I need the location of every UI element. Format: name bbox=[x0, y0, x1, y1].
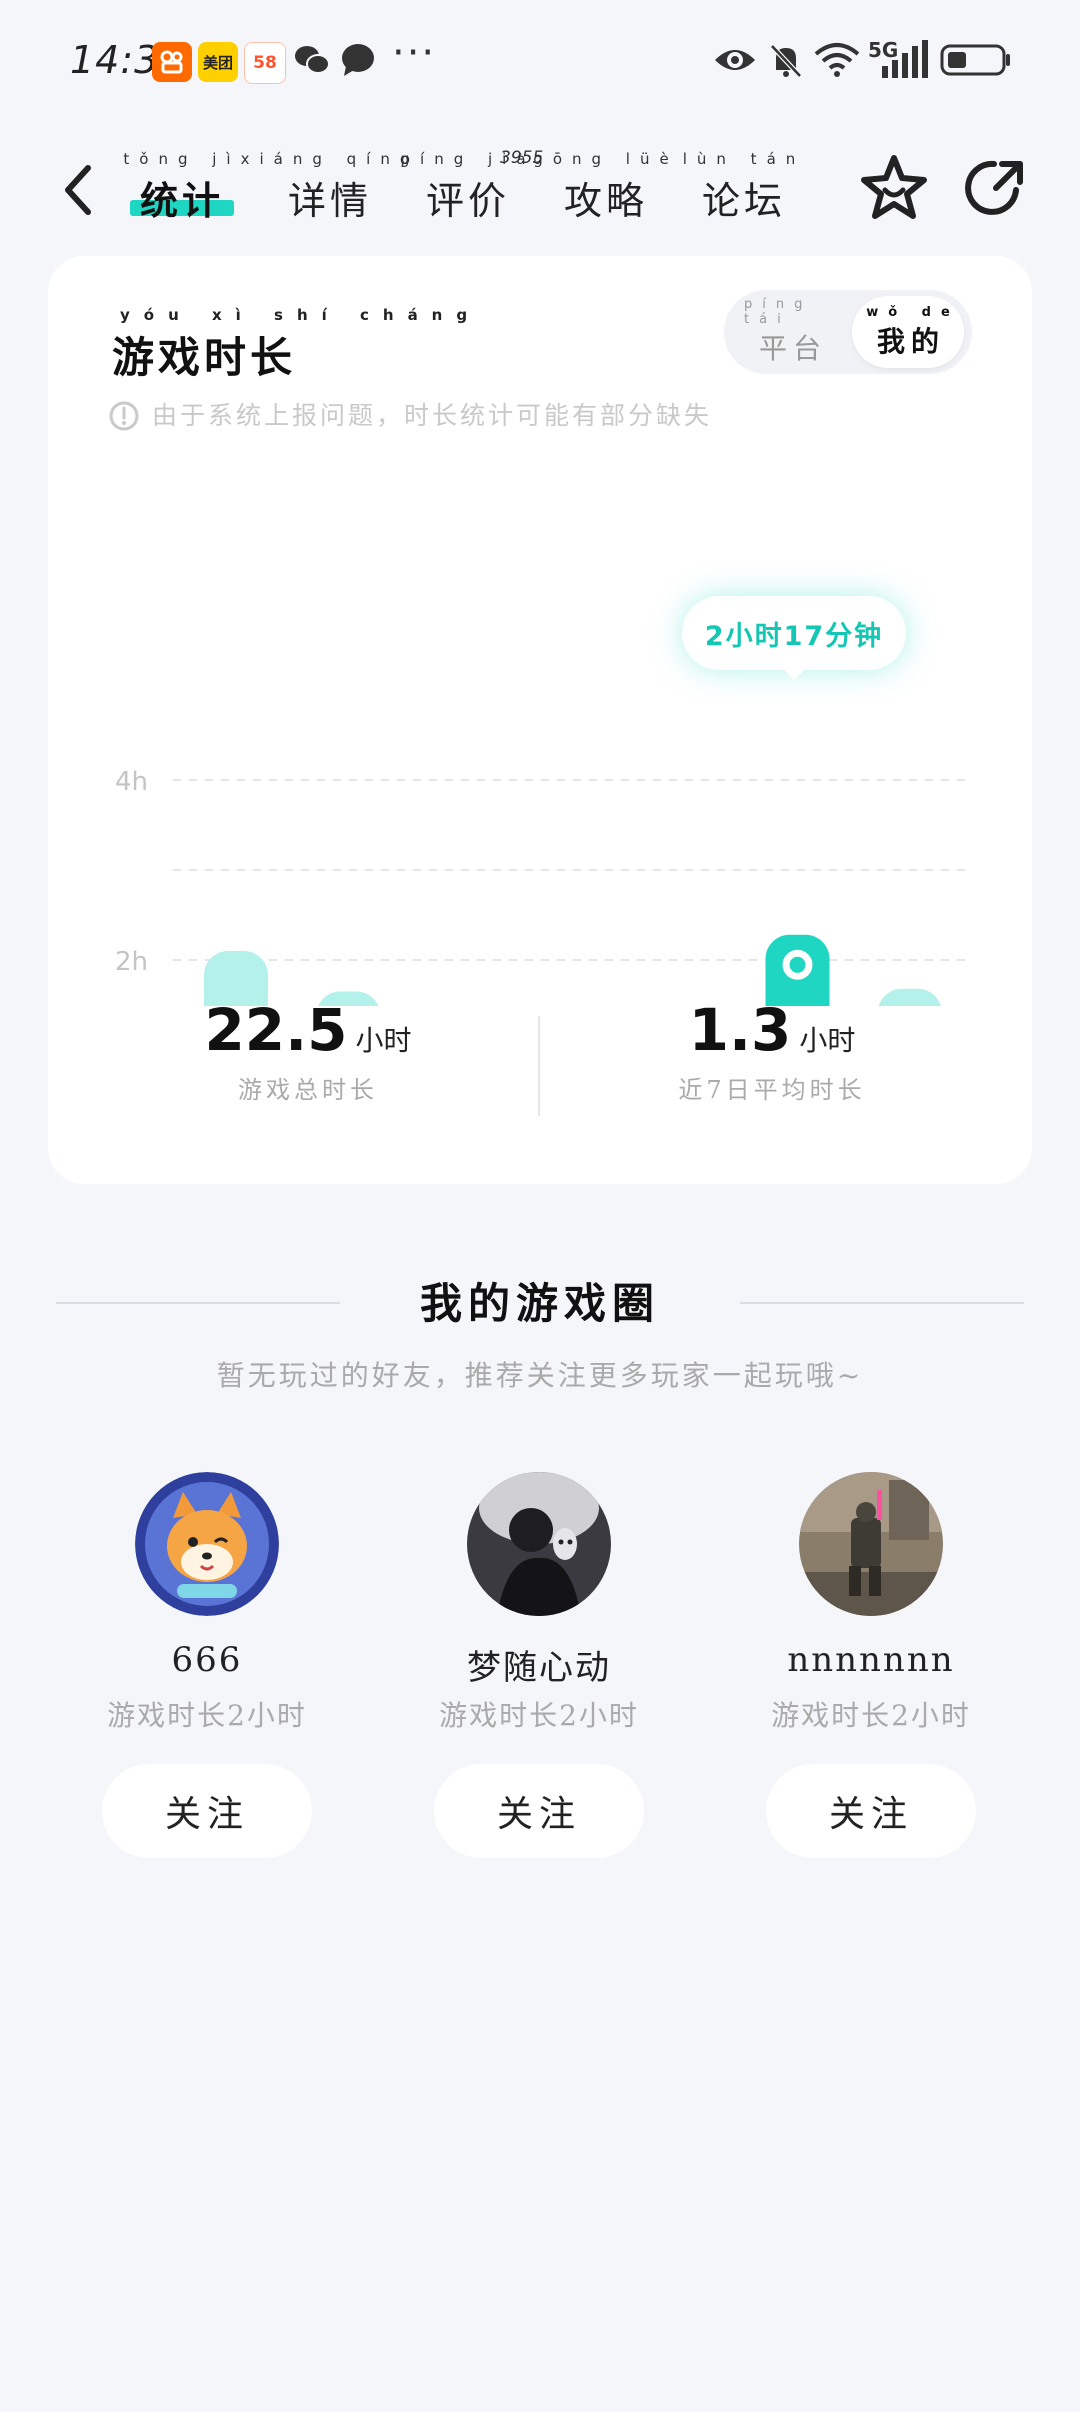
bar-chart: 0h2h4h7.37.47.57.67.77.87.9 bbox=[115, 767, 972, 1006]
friend-name: nnnnnnn bbox=[787, 1640, 955, 1680]
friend-name: 梦随心动 bbox=[467, 1648, 611, 1688]
friend-card: 梦随心动 游戏时长2小时 关注 bbox=[394, 1472, 684, 1858]
seg-platform[interactable]: píng tái 平台 bbox=[734, 296, 846, 368]
tab-guides[interactable]: gōng lüè 攻略 bbox=[533, 150, 668, 225]
top-nav: tǒng jì 统计 xiáng qíng 详情 píng jià 评价 395… bbox=[0, 140, 1080, 240]
play-time-card: yóu xì shí cháng 游戏时长 píng tái 平台 wǒ de … bbox=[48, 256, 1032, 1184]
total-time: 22.5 小时 游戏总时长 bbox=[204, 996, 412, 1104]
game-circle-subtitle: 暂无玩过的好友，推荐关注更多玩家一起玩哦~ bbox=[216, 1359, 864, 1392]
bar-marker-dot bbox=[789, 956, 806, 973]
status-bar: 14:33 美团 58 ··· 5G bbox=[0, 0, 1080, 128]
follow-button[interactable]: 关注 bbox=[102, 1764, 312, 1858]
58-icon: 58 bbox=[244, 42, 286, 84]
meituan-icon: 美团 bbox=[198, 42, 238, 82]
chat-bubble-icon bbox=[342, 44, 374, 76]
tab-details[interactable]: xiáng qíng 详情 bbox=[241, 150, 410, 225]
y-tick-label: 4h bbox=[115, 767, 148, 797]
wifi-icon bbox=[814, 43, 860, 77]
tab-forum[interactable]: lùn tán 论坛 bbox=[683, 150, 796, 225]
signal-icon bbox=[882, 40, 928, 78]
bar-tooltip: 2小时17分钟 bbox=[682, 596, 906, 680]
play-time-chart: 0h2h4h7.37.47.57.67.77.87.9 bbox=[48, 466, 1032, 1006]
kuaishou-icon bbox=[152, 42, 192, 82]
game-circle-header: 我的游戏圈 bbox=[0, 1270, 1080, 1340]
share-icon[interactable] bbox=[958, 152, 1030, 224]
back-arrow-icon[interactable] bbox=[58, 160, 98, 220]
data-notice: 由于系统上报问题，时长统计可能有部分缺失 bbox=[108, 396, 712, 432]
avatar[interactable] bbox=[799, 1472, 943, 1616]
friend-play-time: 游戏时长2小时 bbox=[439, 1699, 639, 1732]
summary-row: 22.5 小时 游戏总时长 1.3 小时 近7日平均时长 bbox=[48, 996, 1032, 1156]
friend-card: nnnnnnn 游戏时长2小时 关注 bbox=[726, 1472, 1016, 1858]
friend-play-time: 游戏时长2小时 bbox=[107, 1699, 307, 1732]
eye-icon bbox=[715, 50, 755, 70]
follow-button[interactable]: 关注 bbox=[434, 1764, 644, 1858]
mute-bell-icon bbox=[770, 44, 802, 78]
friend-play-time: 游戏时长2小时 bbox=[771, 1699, 971, 1732]
summary-divider bbox=[538, 1016, 540, 1116]
friend-name: 666 bbox=[171, 1640, 243, 1680]
tab-stats[interactable]: tǒng jì 统计 bbox=[123, 150, 234, 225]
avatar[interactable] bbox=[467, 1472, 611, 1616]
more-dots-icon: ··· bbox=[392, 30, 437, 76]
avg-time: 1.3 小时 近7日平均时长 bbox=[678, 996, 866, 1104]
info-icon bbox=[109, 401, 139, 431]
y-tick-label: 2h bbox=[115, 947, 148, 977]
follow-button[interactable]: 关注 bbox=[766, 1764, 976, 1858]
scope-switch: píng tái 平台 wǒ de 我的 bbox=[724, 290, 972, 374]
seg-mine[interactable]: wǒ de 我的 bbox=[852, 296, 964, 368]
avatar[interactable] bbox=[135, 1472, 279, 1616]
favorite-star-icon[interactable] bbox=[858, 152, 930, 224]
friend-card: 666 游戏时长2小时 关注 bbox=[62, 1472, 352, 1858]
card-title: yóu xì shí cháng 游戏时长 bbox=[112, 306, 482, 382]
battery-icon bbox=[940, 44, 1010, 76]
game-circle-title: 我的游戏圈 bbox=[419, 1279, 660, 1328]
wechat-icon bbox=[295, 46, 330, 74]
